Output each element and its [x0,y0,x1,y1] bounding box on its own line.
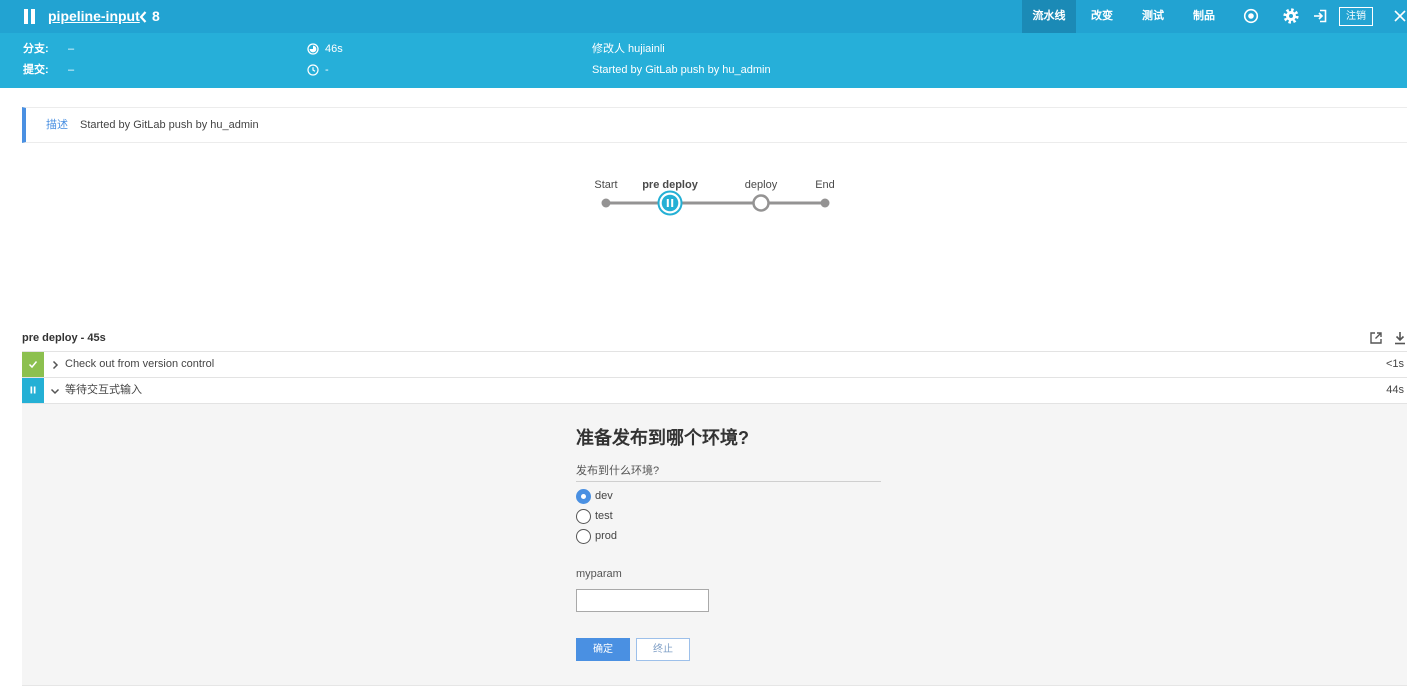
paused-status-badge [22,378,44,403]
not-built-node-icon[interactable] [752,194,770,212]
commit-value: – [68,64,75,76]
record-icon[interactable] [1243,8,1259,24]
radio-label: dev [595,490,613,502]
step-row-input[interactable]: 等待交互式输入 44s [22,378,1407,404]
step-duration: <1s [1385,358,1404,370]
pipeline-name-link[interactable]: pipeline-input [48,8,140,25]
radio-dev[interactable]: dev [576,489,696,505]
input-panel: 准备发布到哪个环境? 发布到什么环境? dev test prod mypara… [22,404,1407,686]
stage-steps-title: pre deploy - 45s [22,332,106,344]
run-duration: 46s [325,43,343,55]
myparam-input[interactable] [576,589,709,612]
success-check-icon [28,361,38,369]
duration-icon [307,43,319,55]
paused-node-icon[interactable] [657,190,683,216]
tab-pipeline[interactable]: 流水线 [1022,0,1076,33]
run-end-time: - [325,64,329,76]
graph-label-start: Start [594,179,617,191]
changes-by: 修改人 hujiainli [592,43,665,55]
input-message: 准备发布到哪个环境? [576,428,749,448]
close-icon[interactable] [1393,9,1407,23]
graph-label-deploy: deploy [745,179,778,191]
graph-label-pre-deploy: pre deploy [642,179,699,191]
proceed-button[interactable]: 确定 [576,638,630,661]
text-param-label: myparam [576,568,622,580]
logout-button[interactable]: 注销 [1339,7,1373,26]
pipeline-graph: Start pre deploy deploy End [594,179,835,216]
chevron-right-icon [52,360,59,370]
tab-changes[interactable]: 改变 [1080,0,1124,33]
graph-label-end: End [815,179,835,191]
paused-icon [30,386,36,394]
choice-param-label: 发布到什么环境? [576,465,660,477]
exit-icon[interactable] [1312,8,1328,24]
end-dot-icon [820,198,830,208]
step-label: 等待交互式输入 [65,384,142,396]
run-cause: Started by GitLab push by hu_admin [592,64,771,76]
step-row-checkout[interactable]: Check out from version control <1s [22,351,1407,378]
start-dot-icon [601,198,611,208]
branch-label: 分支: [23,43,49,55]
chevron-down-icon [50,388,60,395]
description-text: Started by GitLab push by hu_admin [80,119,259,131]
abort-button[interactable]: 终止 [636,638,690,661]
success-status-badge [22,352,44,377]
divider [576,481,881,482]
radio-button[interactable] [576,509,591,524]
download-icon[interactable] [1394,331,1406,345]
run-number: 8 [152,8,160,24]
gear-icon[interactable] [1283,8,1299,24]
top-bar: pipeline-input 8 流水线 改变 测试 制品 注销 [0,0,1407,33]
tab-artifacts[interactable]: 制品 [1182,0,1226,33]
step-label: Check out from version control [65,358,215,370]
radio-button[interactable] [576,529,591,544]
radio-label: prod [595,530,618,542]
chevron-left-icon[interactable] [138,10,148,24]
branch-value: – [68,43,75,55]
run-info-bar: 分支: – 提交: – 46s - 修改人 hujiainli Started … [0,33,1407,88]
radio-test[interactable]: test [576,509,696,525]
external-link-icon[interactable] [1369,331,1383,345]
description-label: 描述 [46,119,68,131]
radio-button[interactable] [576,489,591,504]
clock-icon [307,64,319,76]
radio-label: test [595,510,613,522]
tab-tests[interactable]: 测试 [1131,0,1175,33]
description-box: 描述 Started by GitLab push by hu_admin [22,107,1407,143]
radio-prod[interactable]: prod [576,529,696,545]
step-duration: 44s [1386,384,1404,396]
paused-status-icon [24,9,35,24]
commit-label: 提交: [23,64,49,76]
